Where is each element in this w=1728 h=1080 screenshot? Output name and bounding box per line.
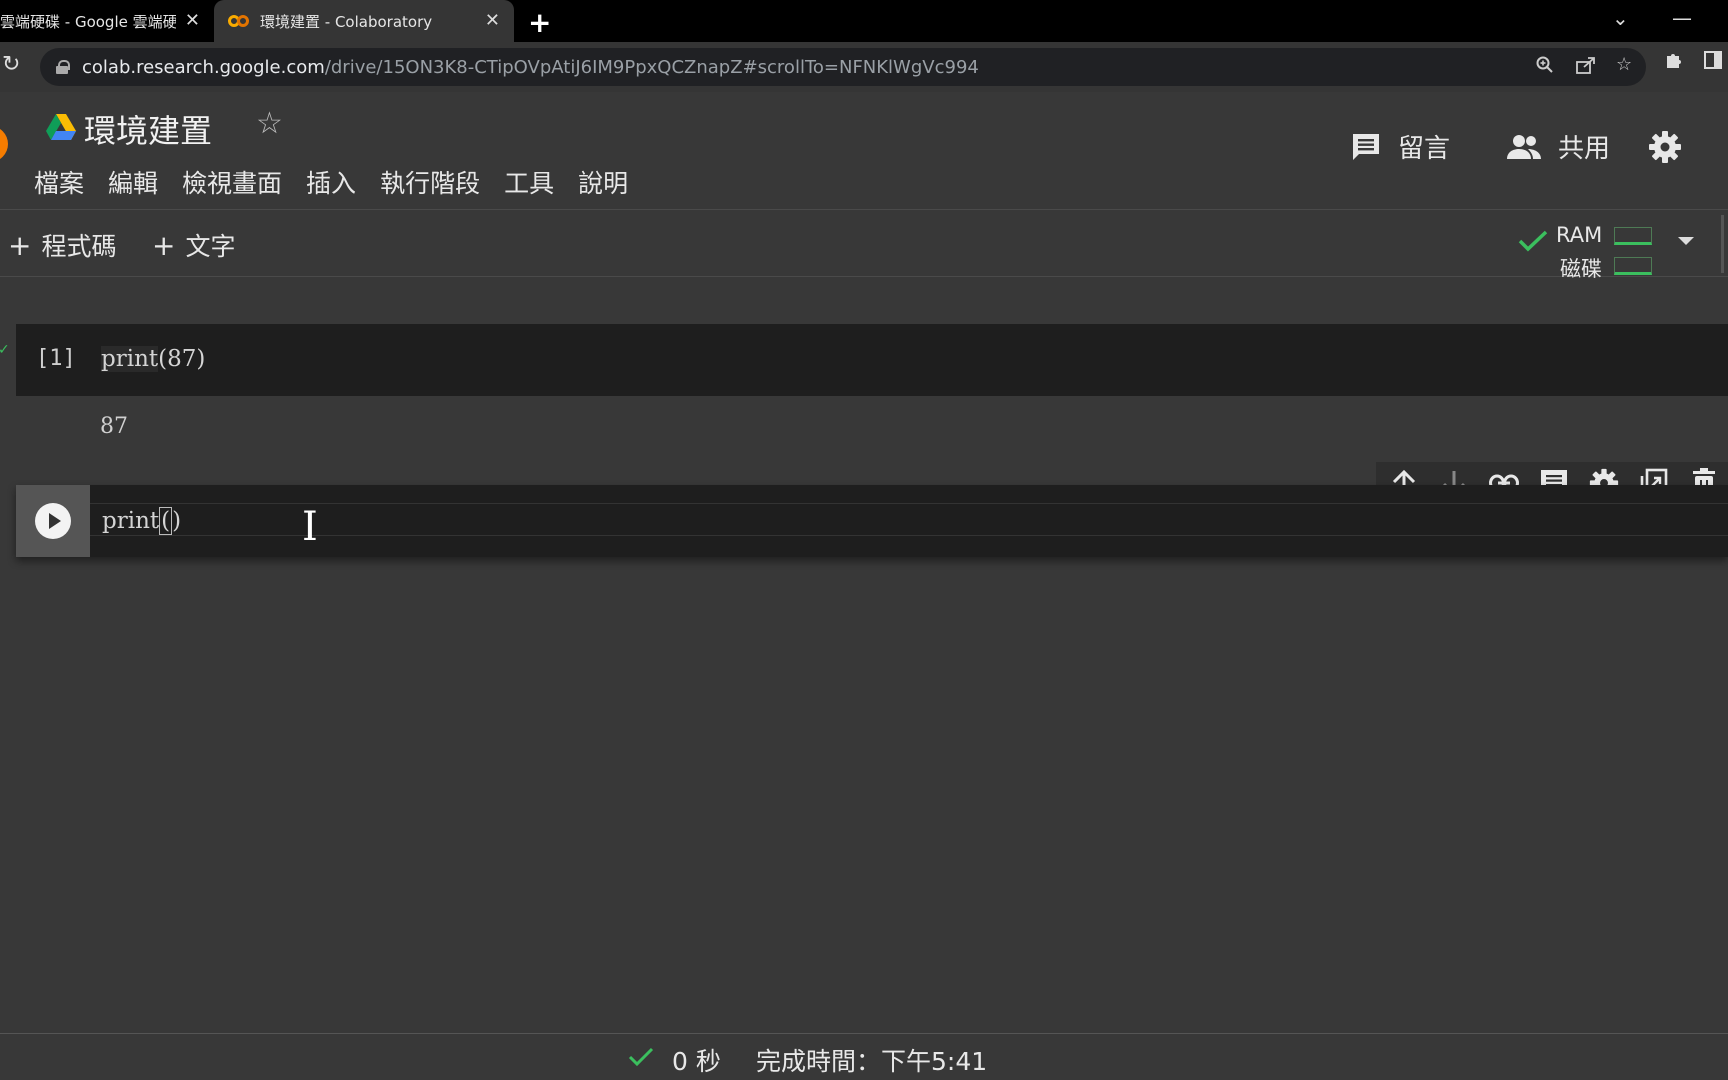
url-text: colab.research.google.com/drive/15ON3K8-… [82,56,979,78]
menu-tools[interactable]: 工具 [504,164,554,200]
add-text-button[interactable]: + 文字 [152,227,235,263]
menu-help[interactable]: 說明 [578,164,628,200]
browser-tab-bar: 雲端硬碟 - Google 雲端硬碟 ✕ 環境建置 - Colaboratory… [0,0,1728,42]
run-cell-play-icon[interactable] [35,503,71,539]
menu-view[interactable]: 檢視畫面 [182,164,282,200]
colab-logo-icon [228,15,250,27]
settings-gear-icon[interactable] [1648,130,1682,164]
chevron-down-icon[interactable] [1678,237,1694,245]
people-icon [1507,134,1541,159]
address-bar: ↻ colab.research.google.com/drive/15ON3K… [0,42,1728,92]
menu-edit[interactable]: 編輯 [108,164,158,200]
execution-count: [1] [36,346,76,371]
google-drive-icon[interactable] [46,114,76,140]
ram-label[interactable]: RAM [1556,223,1602,247]
share-page-icon[interactable] [1576,56,1596,79]
close-icon[interactable]: ✕ [185,10,200,31]
code-cell[interactable]: [1] print(87) [16,324,1728,396]
share-label: 共用 [1558,134,1611,164]
colab-side-badge [0,126,8,162]
cell-run-status-icon: ✓ [0,342,10,358]
bookmark-star-icon[interactable]: ☆ [1616,54,1632,75]
comment-label: 留言 [1398,134,1451,164]
code-editor[interactable]: print() [102,507,181,535]
menu-runtime[interactable]: 執行階段 [380,164,480,200]
menu-file[interactable]: 檔案 [34,164,84,200]
tab-colab[interactable]: 環境建置 - Colaboratory ✕ [214,0,514,42]
execution-done-check-icon [628,1047,654,1067]
current-line-highlight [90,503,1728,536]
menu-bar: 檔案 編輯 檢視畫面 插入 執行階段 工具 說明 [34,164,652,200]
tab-title: 環境建置 - Colaboratory [260,12,433,31]
notebook-body[interactable]: ✓ [1] print(87) 87 print() I [0,278,1728,1033]
plus-icon: + [152,229,176,262]
status-bar: 0 秒 完成時間：下午5:41 [0,1033,1728,1080]
share-button[interactable]: 共用 [1506,128,1610,165]
bracket-match-highlight: ( [159,507,173,535]
divider [1721,215,1724,273]
notebook-toolbar: + 程式碼 + 文字 RAM 磁碟 [0,211,1728,281]
star-icon[interactable]: ☆ [256,106,283,141]
plus-icon: + [8,229,32,262]
lock-icon [56,60,70,74]
colab-header: 環境建置 ☆ 檔案 編輯 檢視畫面 插入 執行階段 工具 說明 留言 共用 [0,92,1728,210]
menu-insert[interactable]: 插入 [306,164,356,200]
url-input[interactable]: colab.research.google.com/drive/15ON3K8-… [40,48,1646,86]
text-cursor-ibeam-icon: I [302,504,318,550]
comment-icon [1353,133,1379,160]
tab-search-chevron-icon[interactable]: ⌄ [1612,6,1629,30]
tab-google-drive[interactable]: 雲端硬碟 - Google 雲端硬碟 ✕ [0,0,212,42]
completed-at: 完成時間：下午5:41 [756,1047,988,1076]
comment-button[interactable]: 留言 [1350,128,1450,165]
connected-check-icon[interactable] [1518,229,1548,253]
code-cell-active[interactable]: print() [16,485,1728,557]
tab-title: 雲端硬碟 - Google 雲端硬碟 [0,12,176,31]
minimize-icon[interactable]: — [1672,6,1692,30]
reload-icon[interactable]: ↻ [2,52,20,77]
close-icon[interactable]: ✕ [485,10,500,31]
zoom-icon[interactable] [1536,56,1554,79]
cell-output: 87 [100,414,128,439]
add-code-button[interactable]: + 程式碼 [8,227,116,263]
side-panel-icon[interactable] [1704,50,1722,75]
new-tab-icon[interactable]: + [528,6,551,39]
notebook-title[interactable]: 環境建置 [84,106,212,152]
code-editor[interactable]: print(87) [101,346,205,372]
ram-meter [1614,227,1652,245]
disk-meter [1614,257,1652,275]
run-gutter [16,485,90,557]
extensions-puzzle-icon[interactable] [1664,50,1684,75]
execution-time: 0 秒 [672,1047,721,1076]
